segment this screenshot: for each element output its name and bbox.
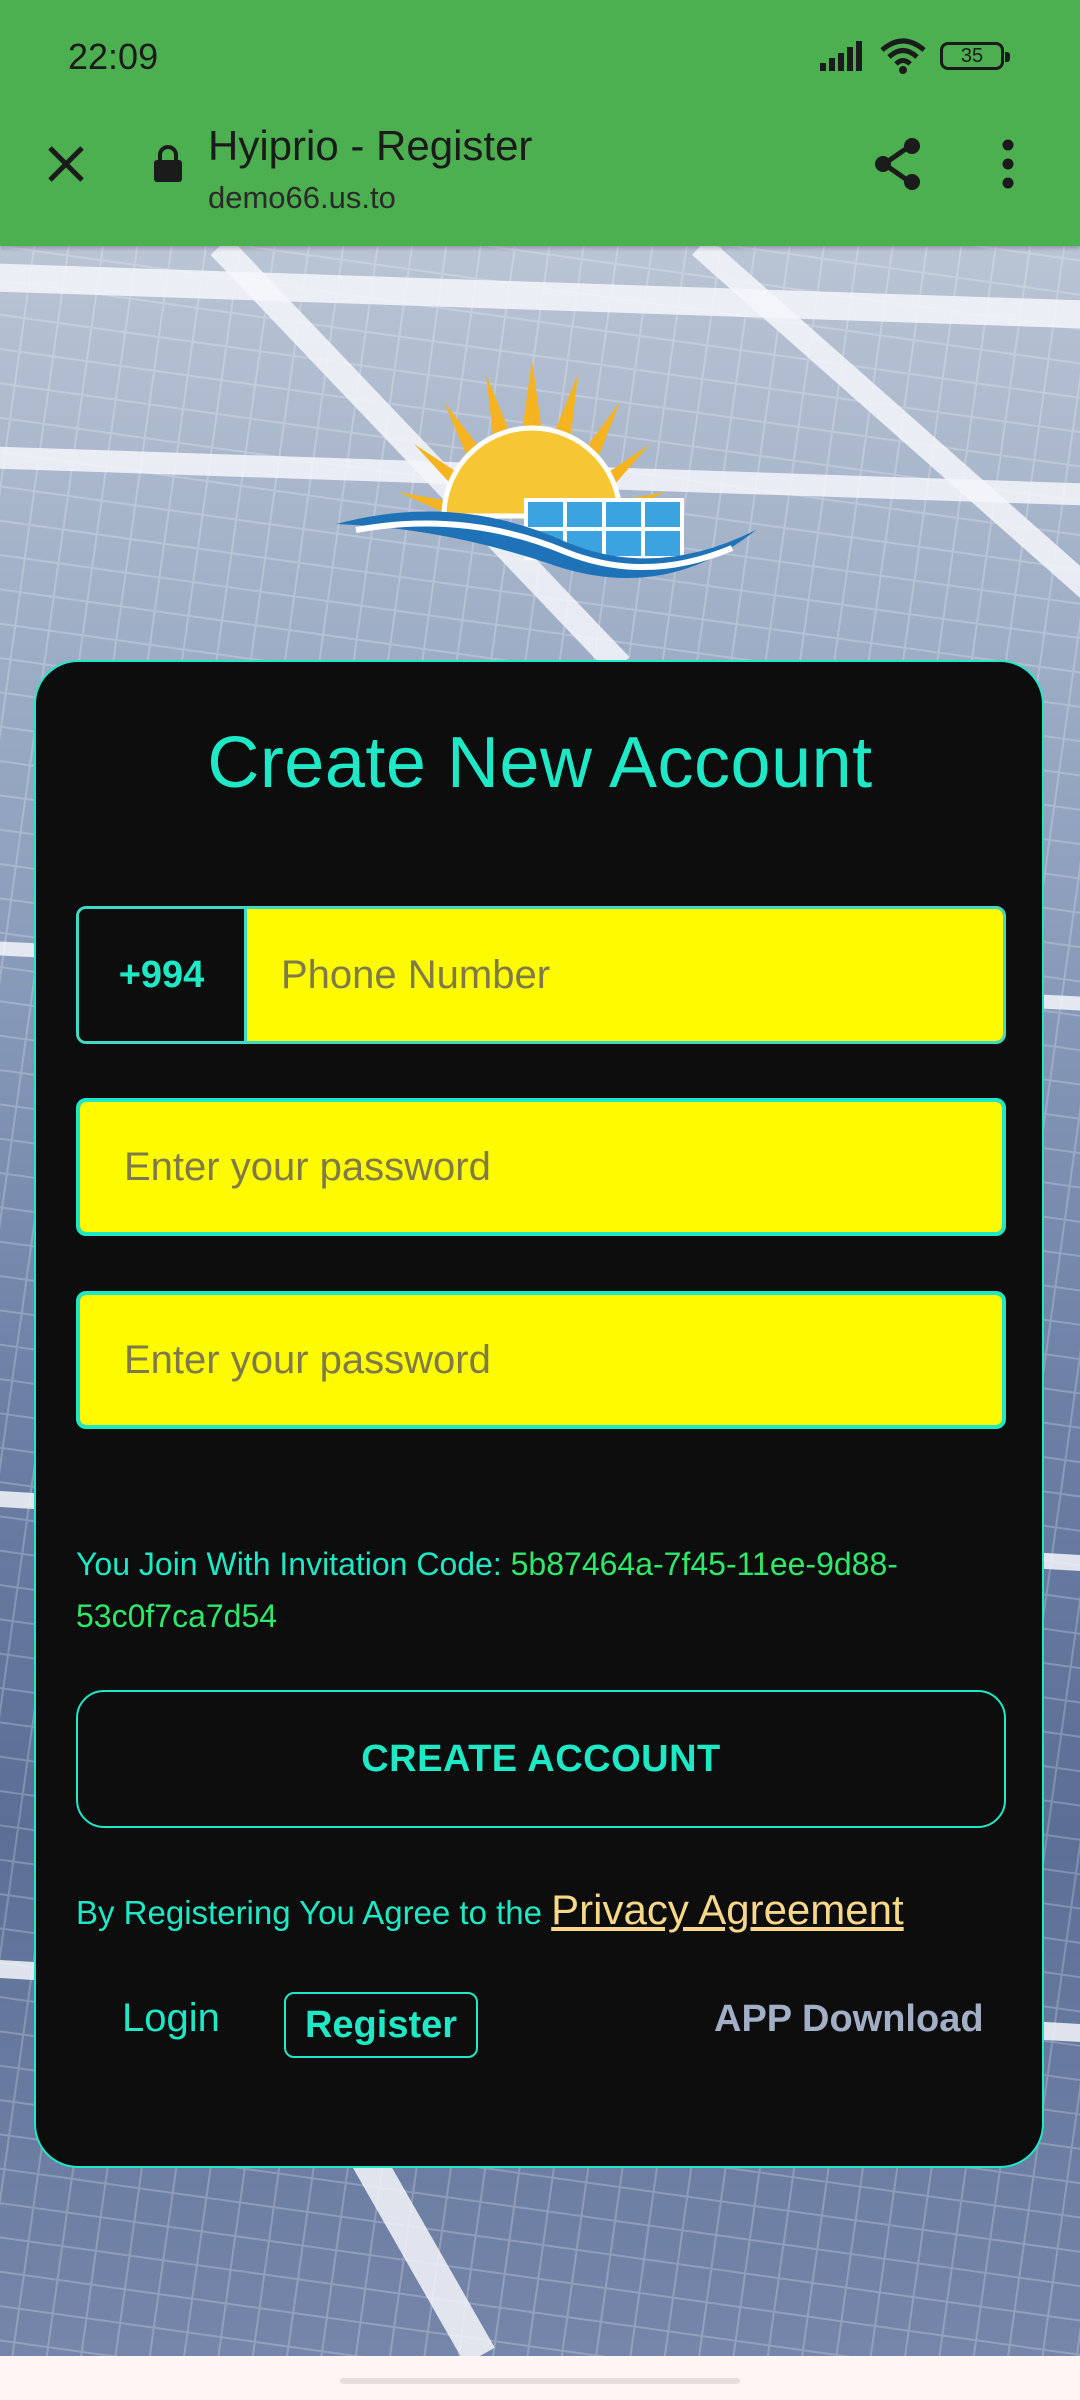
status-time: 22:09	[68, 36, 159, 77]
agreement-label: By Registering You Agree to the	[76, 1894, 542, 1931]
password-input[interactable]	[80, 1102, 1002, 1232]
share-button[interactable]	[866, 132, 930, 196]
status-icons: 35	[820, 38, 1010, 74]
password-field-group	[76, 1098, 1006, 1236]
register-tab-button[interactable]: Register	[284, 1992, 478, 2058]
create-account-button[interactable]: CREATE ACCOUNT	[76, 1690, 1006, 1828]
signal-icon	[820, 41, 862, 71]
phone-number-input[interactable]	[247, 909, 1003, 1041]
country-code-selector[interactable]: +994	[79, 909, 247, 1041]
agreement-text: By Registering You Agree to the Privacy …	[76, 1886, 904, 1934]
privacy-agreement-link[interactable]: Privacy Agreement	[551, 1886, 904, 1933]
browser-toolbar: 22:09 35 Hyiprio - Register demo66.us.to	[0, 0, 1080, 246]
confirm-password-field-group	[76, 1291, 1006, 1429]
invitation-label: You Join With Invitation Code:	[76, 1546, 502, 1582]
battery-icon: 35	[940, 42, 1010, 70]
battery-level: 35	[960, 44, 984, 67]
page-title: Hyiprio - Register	[208, 122, 533, 169]
close-tab-button[interactable]	[34, 132, 98, 196]
more-vert-icon	[1002, 139, 1014, 189]
hyiprio-logo	[336, 360, 756, 578]
gesture-bar	[340, 2378, 740, 2384]
form-heading: Create New Account	[207, 723, 873, 803]
more-options-button[interactable]	[984, 132, 1032, 196]
page-url[interactable]: demo66.us.to	[208, 180, 396, 216]
login-link[interactable]: Login	[122, 1996, 220, 2041]
lock-icon	[154, 145, 182, 182]
share-icon	[875, 138, 920, 190]
invitation-code-text: You Join With Invitation Code: 5b87464a-…	[76, 1538, 976, 1642]
wifi-icon	[880, 38, 926, 74]
close-icon	[48, 146, 84, 182]
confirm-password-input[interactable]	[80, 1295, 1002, 1425]
app-download-link[interactable]: APP Download	[714, 1998, 984, 2041]
phone-field-group: +994	[76, 906, 1006, 1044]
